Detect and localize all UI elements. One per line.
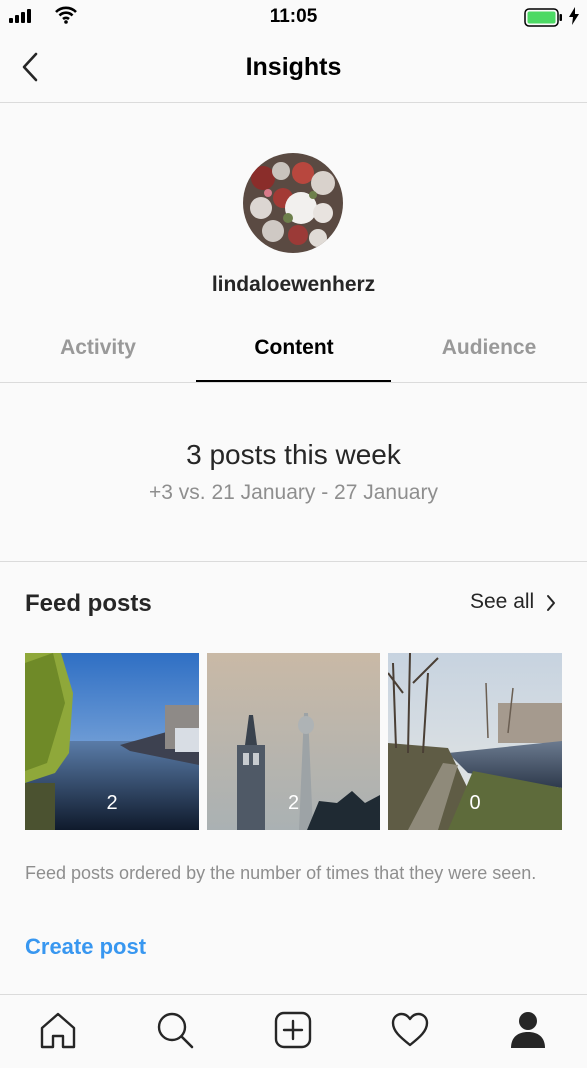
- tab-search[interactable]: [155, 1010, 195, 1050]
- chevron-right-icon: [547, 595, 555, 611]
- username: lindaloewenherz: [211, 273, 376, 296]
- status-bar: 11:05: [0, 0, 587, 34]
- create-post-link[interactable]: Create post: [25, 934, 146, 960]
- post-view-count: 2: [287, 792, 300, 814]
- charging-bolt-icon: [569, 7, 579, 25]
- tab-profile[interactable]: [508, 1010, 548, 1050]
- nav-bar: Insights: [0, 34, 587, 103]
- post-view-count: 0: [469, 792, 481, 814]
- page-title: Insights: [245, 53, 342, 81]
- tab-activity-feed[interactable]: [390, 1010, 430, 1050]
- tab-home[interactable]: [38, 1010, 78, 1050]
- tab-activity[interactable]: Activity: [0, 336, 196, 360]
- post-thumbnail[interactable]: 2: [207, 653, 380, 830]
- add-post-icon: [274, 1011, 312, 1049]
- post-view-count: 2: [106, 792, 118, 814]
- active-tab-indicator: [196, 380, 391, 382]
- see-all-label: See all: [470, 590, 535, 613]
- post-thumbnail[interactable]: 0: [388, 653, 562, 830]
- post-thumbnail[interactable]: 2: [25, 653, 199, 830]
- posts-summary: 3 posts this week: [186, 439, 401, 470]
- profile-icon: [511, 1012, 545, 1048]
- battery-icon: [524, 8, 562, 27]
- feed-posts-title: Feed posts: [25, 590, 152, 617]
- section-divider: [0, 561, 587, 562]
- insights-tabs: Activity Content Audience: [0, 320, 587, 383]
- search-icon: [157, 1012, 194, 1049]
- home-icon: [40, 1012, 76, 1049]
- tab-content[interactable]: Content: [196, 336, 392, 360]
- avatar[interactable]: [243, 153, 343, 253]
- status-time: 11:05: [269, 6, 318, 27]
- tab-new-post[interactable]: [273, 1010, 313, 1050]
- feed-posts-caption: Feed posts ordered by the number of time…: [25, 863, 537, 883]
- avatar-flowers-image: [243, 153, 343, 253]
- tab-audience[interactable]: Audience: [391, 336, 587, 360]
- heart-icon: [391, 1012, 429, 1047]
- bottom-tab-bar: [0, 994, 587, 1068]
- posts-comparison: +3 vs. 21 January - 27 January: [149, 481, 438, 504]
